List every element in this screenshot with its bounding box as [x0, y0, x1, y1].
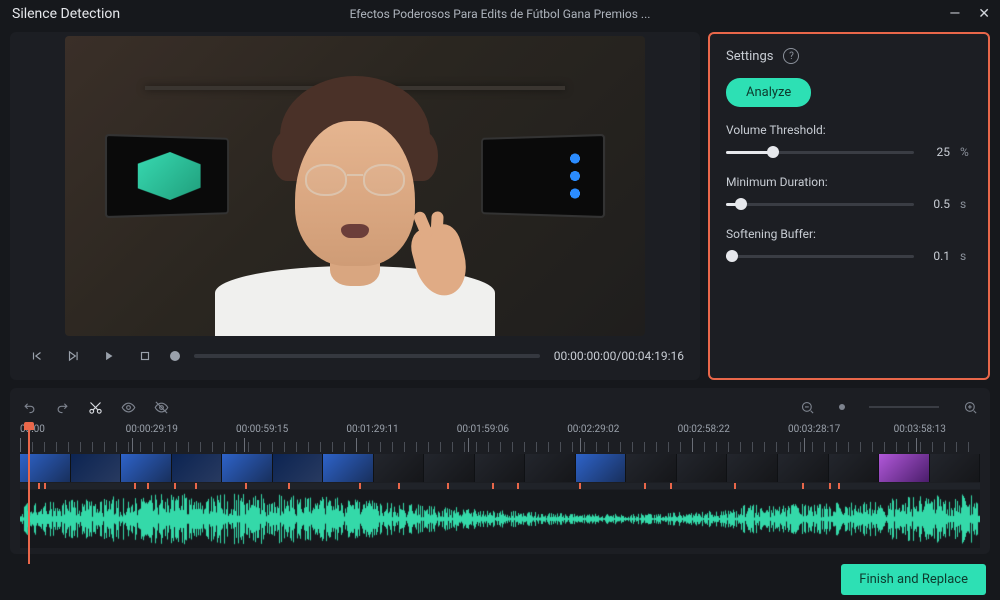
- scrub-track[interactable]: [194, 354, 540, 358]
- zoom-in-icon[interactable]: [963, 400, 978, 415]
- minimum-duration-label: Minimum Duration:: [726, 175, 972, 189]
- timeline-markers: [20, 483, 980, 489]
- ruler-label: 00:01:29:11: [346, 424, 398, 435]
- minimum-duration-slider[interactable]: [726, 203, 914, 206]
- volume-threshold-slider[interactable]: [726, 151, 914, 154]
- window-title: Silence Detection: [12, 6, 120, 22]
- analyze-button[interactable]: Analyze: [726, 78, 811, 107]
- eye-off-icon[interactable]: [154, 400, 169, 415]
- window-filename: Efectos Poderosos Para Edits de Fútbol G…: [350, 7, 651, 21]
- timeline-ruler[interactable]: 00:0000:00:29:1900:00:59:1500:01:29:1100…: [20, 424, 980, 452]
- minimize-button[interactable]: —: [949, 6, 960, 22]
- transport-bar: 00:00:00:00/00:04:19:16: [14, 336, 696, 376]
- ruler-label: 00:01:59:06: [457, 424, 509, 435]
- ruler-label: 00:02:29:02: [567, 424, 619, 435]
- undo-icon[interactable]: [22, 400, 37, 415]
- ruler-label: 00:02:58:22: [678, 424, 730, 435]
- play-button[interactable]: [98, 345, 120, 367]
- ruler-label: 00:00:29:19: [126, 424, 178, 435]
- timeline-panel: 00:0000:00:29:1900:00:59:1500:01:29:1100…: [10, 388, 990, 554]
- eye-icon[interactable]: [121, 400, 136, 415]
- softening-buffer-slider[interactable]: [726, 255, 914, 258]
- settings-panel: Settings ? Analyze Volume Threshold: 25 …: [708, 32, 990, 380]
- video-preview[interactable]: [65, 36, 645, 336]
- play-step-button[interactable]: [62, 345, 84, 367]
- scrub-handle[interactable]: [170, 351, 180, 361]
- help-icon[interactable]: ?: [783, 48, 799, 64]
- softening-buffer-value: 0.1: [924, 249, 950, 263]
- zoom-indicator: [839, 404, 845, 410]
- close-button[interactable]: ✕: [978, 6, 990, 22]
- timecode-display: 00:00:00:00/00:04:19:16: [554, 349, 684, 363]
- stop-button[interactable]: [134, 345, 156, 367]
- preview-panel: 00:00:00:00/00:04:19:16: [10, 32, 700, 380]
- softening-buffer-label: Softening Buffer:: [726, 227, 972, 241]
- volume-threshold-label: Volume Threshold:: [726, 123, 972, 137]
- minimum-duration-value: 0.5: [924, 197, 950, 211]
- ruler-label: 00:03:58:13: [894, 424, 946, 435]
- timeline-thumbnails[interactable]: [20, 454, 980, 482]
- playhead[interactable]: [28, 424, 30, 564]
- volume-threshold-value: 25: [924, 145, 950, 159]
- redo-icon[interactable]: [55, 400, 70, 415]
- prev-frame-button[interactable]: [26, 345, 48, 367]
- zoom-slider[interactable]: [869, 406, 939, 408]
- zoom-out-icon[interactable]: [800, 400, 815, 415]
- ruler-label: 00:00:59:15: [236, 424, 288, 435]
- ruler-label: 00:03:28:17: [788, 424, 840, 435]
- finish-replace-button[interactable]: Finish and Replace: [841, 564, 986, 595]
- cut-icon[interactable]: [88, 400, 103, 415]
- settings-title: Settings: [726, 49, 773, 64]
- title-bar: Silence Detection Efectos Poderosos Para…: [0, 0, 1000, 28]
- audio-waveform[interactable]: [20, 490, 980, 548]
